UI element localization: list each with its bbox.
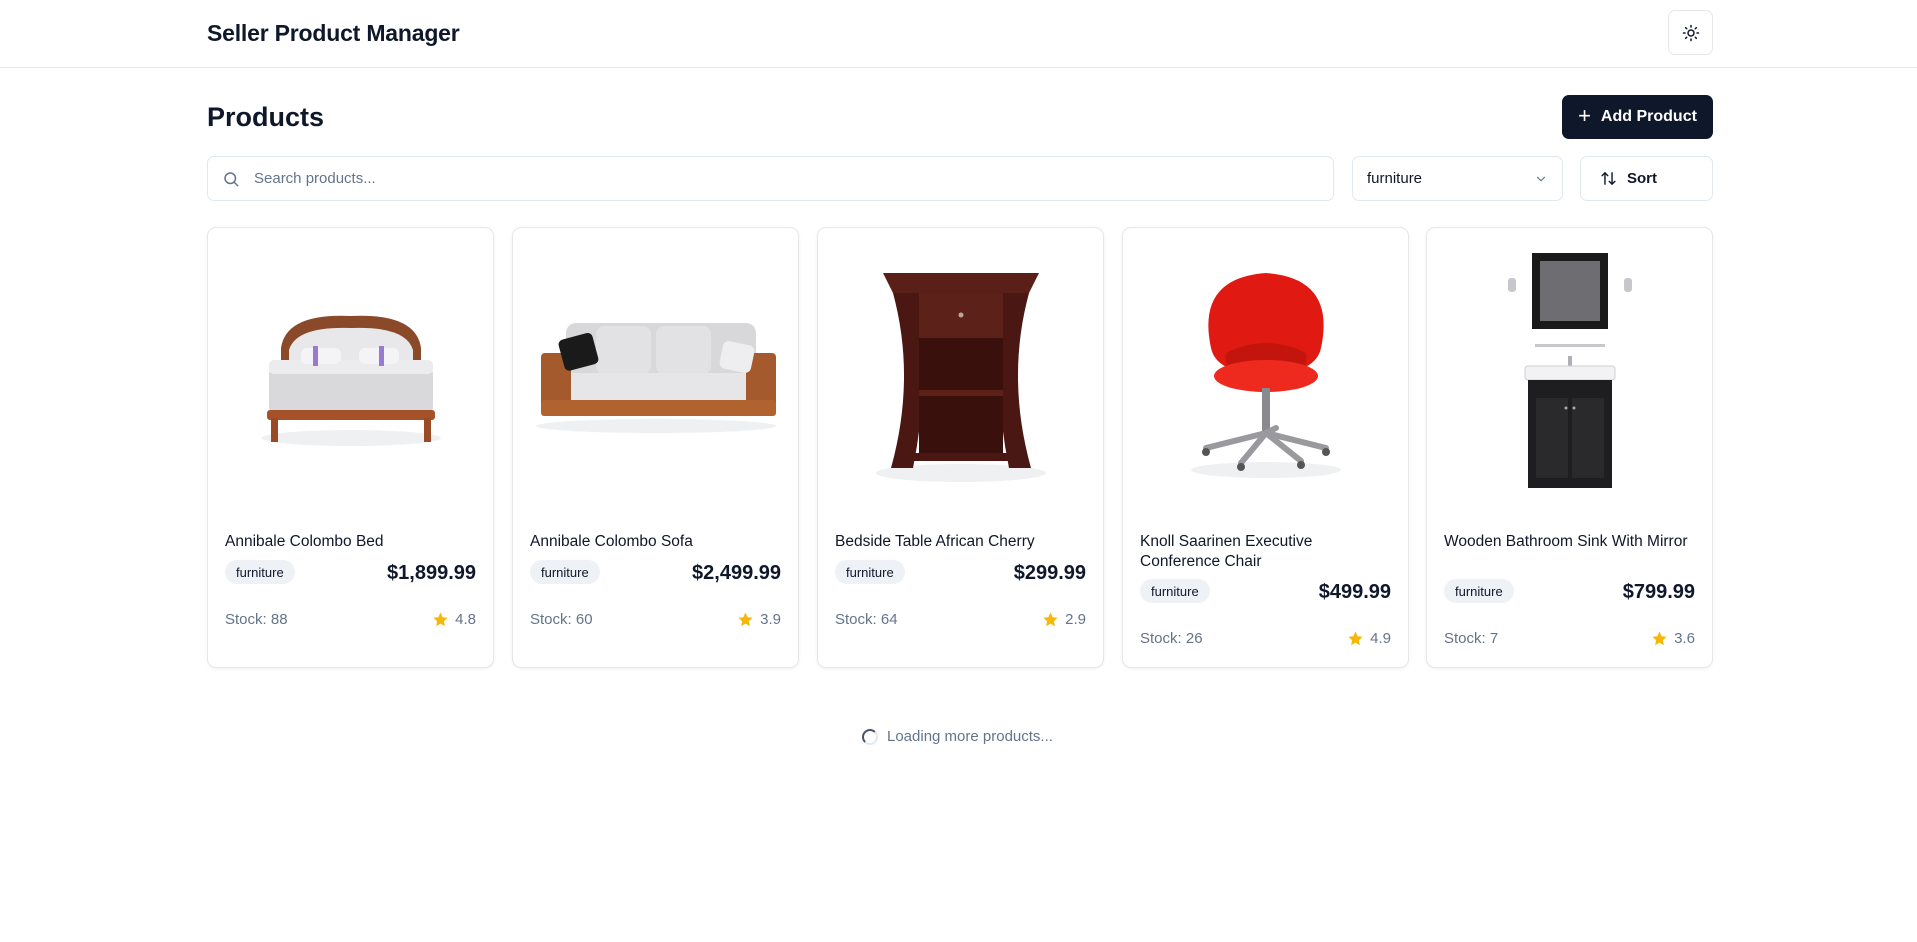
product-name: Wooden Bathroom Sink With Mirror (1444, 533, 1688, 550)
spinner-icon (862, 728, 878, 745)
product-stock: Stock: 88 (225, 611, 288, 628)
rating-value: 2.9 (1065, 611, 1086, 628)
search-bar (207, 156, 1334, 201)
category-badge: furniture (530, 560, 600, 584)
star-icon (1652, 631, 1667, 646)
theme-toggle-button[interactable] (1668, 10, 1713, 55)
product-card[interactable]: Bedside Table African Cherry furniture $… (817, 227, 1104, 668)
product-card[interactable]: Knoll Saarinen Executive Conference Chai… (1122, 227, 1409, 668)
sun-icon (1682, 24, 1699, 41)
loading-indicator: Loading more products... (862, 728, 1053, 745)
sort-arrows-icon (1601, 172, 1616, 185)
product-rating: 3.9 (737, 611, 781, 628)
chevron-down-icon (1536, 176, 1546, 181)
product-name: Annibale Colombo Bed (225, 533, 384, 550)
category-select[interactable]: furniture (1352, 156, 1563, 201)
product-image-office-chair (1123, 228, 1408, 518)
star-icon (1043, 612, 1058, 627)
category-badge: furniture (1140, 579, 1210, 603)
rating-value: 4.9 (1370, 630, 1391, 647)
product-card[interactable]: Annibale Colombo Sofa furniture $2,499.9… (512, 227, 799, 668)
plus-icon: + (1578, 103, 1591, 128)
product-card[interactable]: Annibale Colombo Bed furniture $1,899.99… (207, 227, 494, 668)
app-title: Seller Product Manager (207, 20, 460, 46)
product-image-bedside-table (818, 228, 1103, 518)
product-stock: Stock: 64 (835, 611, 898, 628)
product-price: $799.99 (1622, 581, 1695, 603)
product-price: $499.99 (1318, 581, 1391, 603)
product-grid: Annibale Colombo Bed furniture $1,899.99… (207, 227, 1713, 668)
product-name: Knoll Saarinen Executive Conference Chai… (1140, 533, 1313, 570)
category-badge: furniture (1444, 579, 1514, 603)
product-rating: 4.9 (1347, 630, 1391, 647)
product-image-sofa (513, 228, 798, 518)
product-image-bathroom-sink (1427, 228, 1712, 518)
product-rating: 2.9 (1042, 611, 1086, 628)
product-rating: 3.6 (1651, 630, 1695, 647)
rating-value: 3.6 (1674, 630, 1695, 647)
product-name: Bedside Table African Cherry (835, 533, 1035, 550)
category-badge: furniture (225, 560, 295, 584)
search-icon (224, 171, 239, 186)
sort-label: Sort (1627, 170, 1657, 187)
product-image-bed (208, 228, 493, 518)
search-input[interactable] (254, 170, 1304, 187)
star-icon (1348, 631, 1363, 646)
loading-text: Loading more products... (887, 728, 1053, 745)
sort-button[interactable]: Sort (1580, 156, 1713, 201)
add-product-button[interactable]: + Add Product (1562, 95, 1713, 139)
product-card[interactable]: Wooden Bathroom Sink With Mirror furnitu… (1426, 227, 1713, 668)
product-stock: Stock: 26 (1140, 630, 1203, 647)
product-price: $299.99 (1013, 562, 1086, 584)
product-stock: Stock: 7 (1444, 630, 1499, 647)
product-name: Annibale Colombo Sofa (530, 533, 693, 550)
product-stock: Stock: 60 (530, 611, 593, 628)
category-badge: furniture (835, 560, 905, 584)
page-title: Products (207, 102, 325, 132)
product-rating: 4.8 (432, 611, 476, 628)
top-bar: Seller Product Manager (0, 0, 1917, 68)
add-product-label: Add Product (1600, 108, 1697, 125)
category-select-value: furniture (1367, 170, 1423, 187)
product-price: $2,499.99 (692, 562, 781, 584)
rating-value: 4.8 (455, 611, 476, 628)
rating-value: 3.9 (760, 611, 781, 628)
product-price: $1,899.99 (387, 562, 476, 584)
star-icon (433, 612, 448, 627)
star-icon (738, 612, 753, 627)
